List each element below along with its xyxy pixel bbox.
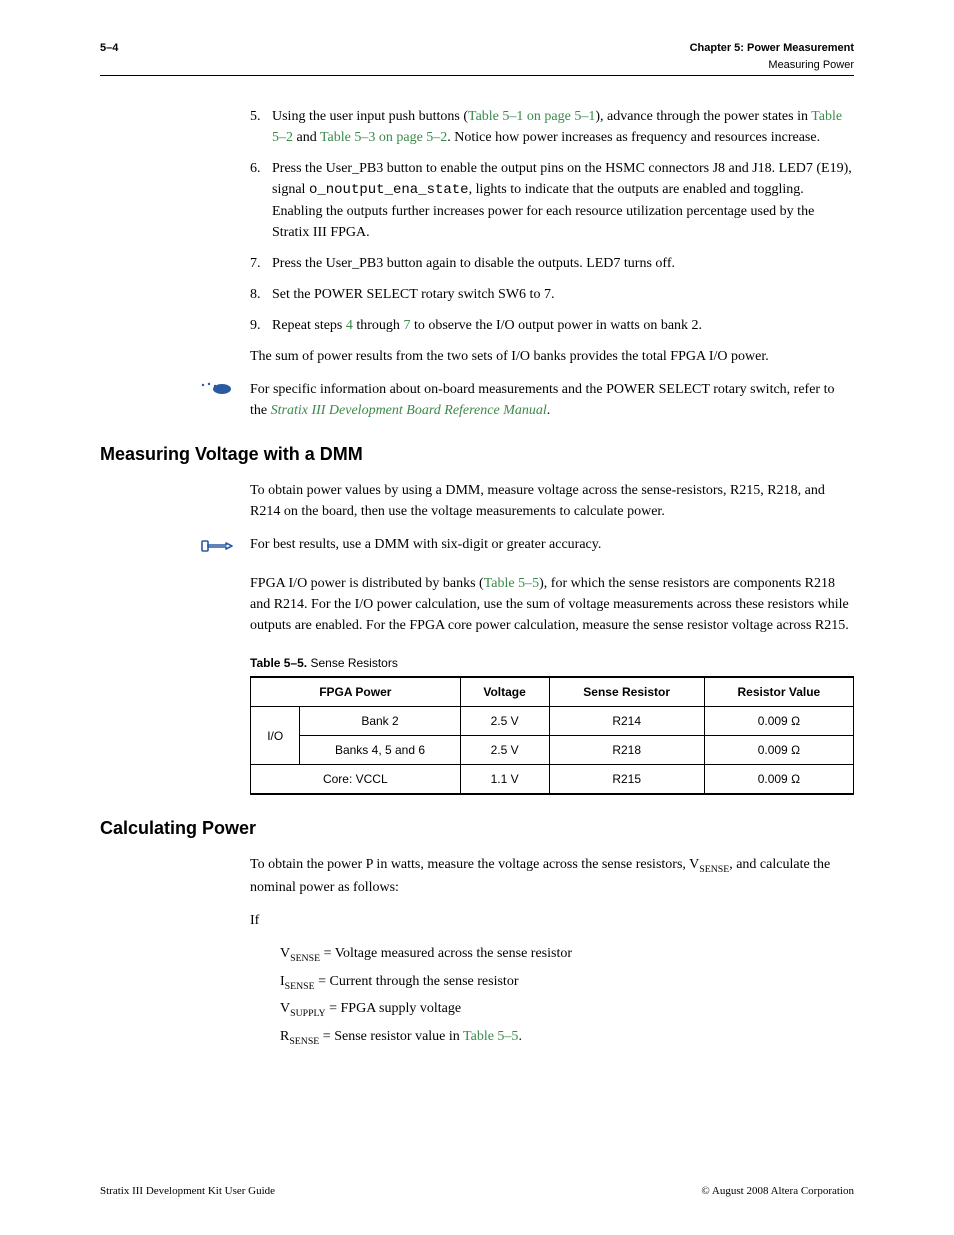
table-header: Voltage xyxy=(460,677,549,707)
table-header: FPGA Power xyxy=(251,677,461,707)
list-number: 9. xyxy=(250,315,272,336)
footer-right: © August 2008 Altera Corporation xyxy=(701,1183,854,1200)
footer-left: Stratix III Development Kit User Guide xyxy=(100,1183,275,1200)
note-text: For best results, use a DMM with six-dig… xyxy=(250,534,854,555)
code-text: o_noutput_ena_state xyxy=(309,182,469,198)
sense-resistors-table: FPGA Power Voltage Sense Resistor Resist… xyxy=(250,676,854,795)
table-header: Sense Resistor xyxy=(549,677,704,707)
dots-footprint-icon xyxy=(200,379,250,404)
list-number: 8. xyxy=(250,284,272,305)
pointing-hand-icon xyxy=(200,534,250,561)
table-row: Core: VCCL 1.1 V R215 0.009 Ω xyxy=(251,765,854,795)
table-header: Resistor Value xyxy=(704,677,853,707)
list-item: 8. Set the POWER SELECT rotary switch SW… xyxy=(250,284,854,305)
definition-line: RSENSE = Sense resistor value in Table 5… xyxy=(280,1026,854,1049)
xref-link[interactable]: 4 xyxy=(346,318,353,333)
section-label: Measuring Power xyxy=(690,57,854,74)
note-block: For specific information about on-board … xyxy=(200,379,854,421)
list-item: 9. Repeat steps 4 through 7 to observe t… xyxy=(250,315,854,336)
list-item: 6. Press the User_PB3 button to enable t… xyxy=(250,158,854,243)
page-number: 5–4 xyxy=(100,42,118,54)
table-row: Banks 4, 5 and 6 2.5 V R218 0.009 Ω xyxy=(251,736,854,765)
definition-line: ISENSE = Current through the sense resis… xyxy=(280,971,854,994)
list-item: 7. Press the User_PB3 button again to di… xyxy=(250,253,854,274)
xref-link[interactable]: Table 5–5 xyxy=(484,576,539,591)
xref-link[interactable]: Table 5–1 on page 5–1 xyxy=(468,109,595,124)
xref-link[interactable]: Stratix III Development Board Reference … xyxy=(271,403,547,418)
body-text: To obtain the power P in watts, measure … xyxy=(250,854,854,898)
body-text: To obtain power values by using a DMM, m… xyxy=(250,480,854,522)
list-item: 5. Using the user input push buttons (Ta… xyxy=(250,106,854,148)
chapter-label: Chapter 5: Power Measurement xyxy=(690,42,854,54)
list-number: 5. xyxy=(250,106,272,148)
list-number: 7. xyxy=(250,253,272,274)
list-number: 6. xyxy=(250,158,272,243)
table-row: I/O Bank 2 2.5 V R214 0.009 Ω xyxy=(251,707,854,736)
page-header: 5–4 Chapter 5: Power Measurement Measuri… xyxy=(100,40,854,76)
page-footer: Stratix III Development Kit User Guide ©… xyxy=(100,1183,854,1200)
xref-link[interactable]: Table 5–5 xyxy=(463,1029,518,1044)
body-text: FPGA I/O power is distributed by banks (… xyxy=(250,573,854,636)
xref-link[interactable]: Table 5–3 on page 5–2 xyxy=(320,130,447,145)
if-label: If xyxy=(250,910,854,931)
body-text: The sum of power results from the two se… xyxy=(250,346,854,367)
heading-calculating-power: Calculating Power xyxy=(100,815,854,842)
note-block: For best results, use a DMM with six-dig… xyxy=(200,534,854,561)
definition-line: VSUPPLY = FPGA supply voltage xyxy=(280,998,854,1021)
table-caption: Table 5–5. Sense Resistors xyxy=(250,654,854,672)
heading-dmm: Measuring Voltage with a DMM xyxy=(100,441,854,468)
definition-line: VSENSE = Voltage measured across the sen… xyxy=(280,943,854,966)
